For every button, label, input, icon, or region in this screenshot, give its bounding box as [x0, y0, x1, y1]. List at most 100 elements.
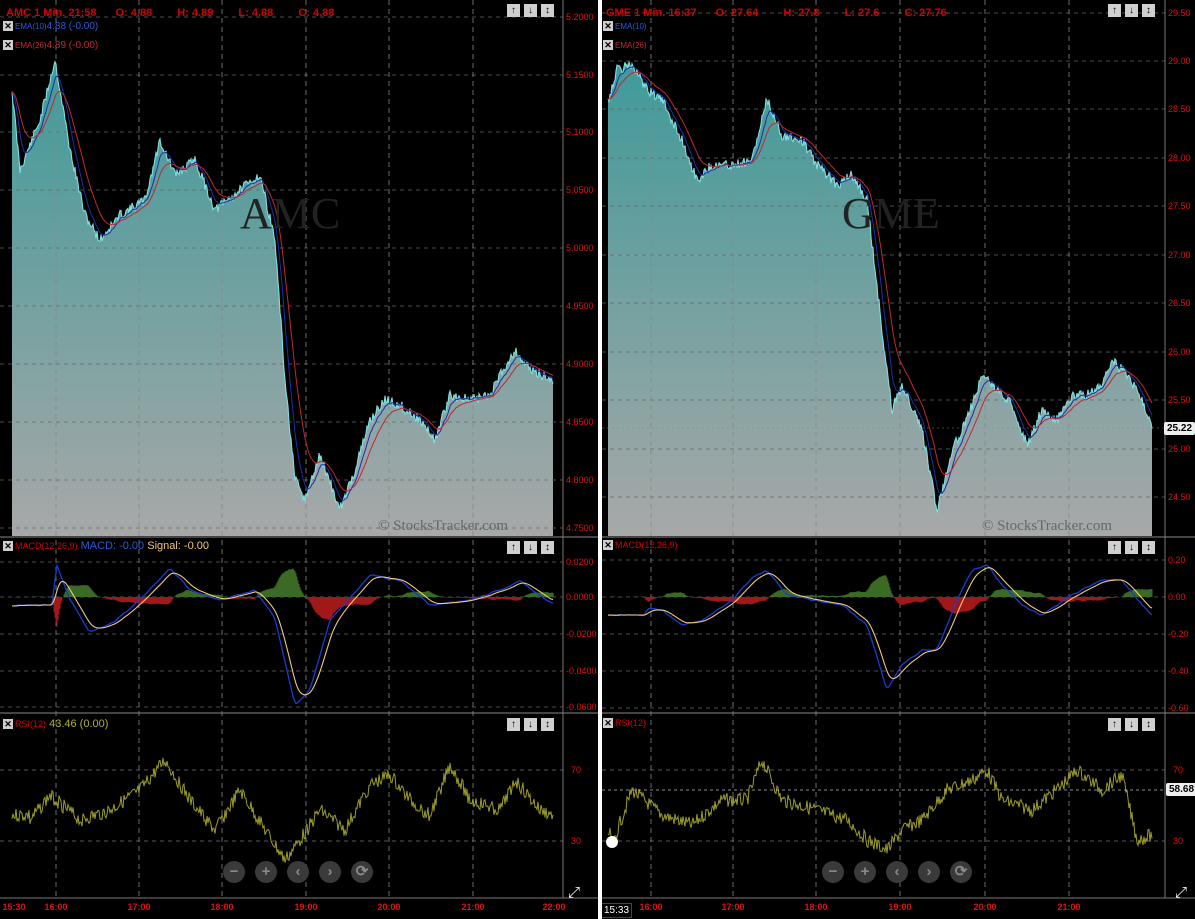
close-icon[interactable]: ✕ — [603, 718, 613, 729]
amc-time-tick: 15:30 — [2, 902, 25, 912]
gme-macd-tick: -0.60 — [1168, 703, 1189, 713]
amc-macd-tick: 0.0000 — [566, 592, 594, 602]
scroll-right-button[interactable]: › — [319, 861, 341, 883]
gme-ema10-legend: ✕ EMA(10) — [603, 21, 647, 32]
zoom-out-button[interactable]: − — [822, 861, 844, 883]
amc-macd-signal: Signal: -0.00 — [147, 540, 209, 552]
gme-price-tick: 27.00 — [1168, 250, 1191, 260]
amc-rsi-tick: 30 — [571, 836, 581, 846]
close-icon[interactable]: ✕ — [603, 21, 613, 32]
move-up-icon[interactable]: ↑ — [1108, 4, 1121, 17]
expand-icon[interactable]: ⤢ — [568, 884, 580, 901]
move-down-icon[interactable]: ↓ — [1125, 4, 1138, 17]
amc-price-tick: 4.8500 — [566, 417, 594, 427]
amc-rsi-value: 43.46 (0.00) — [49, 718, 109, 730]
amc-high: H: 4.89 — [177, 7, 214, 19]
amc-time-tick: 17:00 — [127, 902, 150, 912]
move-down-icon[interactable]: ↓ — [1125, 541, 1138, 554]
gme-rsi-tick: 30 — [1173, 836, 1183, 846]
amc-header: AMC 1 Min. 21:58 O: 4.88 H: 4.89 L: 4.88… — [6, 7, 356, 19]
amc-ema10-value: 4.88 (-0.00) — [46, 21, 99, 32]
move-down-icon[interactable]: ↓ — [1125, 718, 1138, 731]
amc-chart-canvas[interactable]: AMC © StocksTracker.com 5.2000 5.1500 5.1000… — [0, 0, 598, 919]
gme-copyright: © StocksTracker.com — [982, 518, 1112, 534]
gme-chart-canvas[interactable]: GME © StocksTracker.com 29.50 29.00 28.50 28.… — [602, 0, 1195, 919]
amc-open: O: 4.88 — [115, 7, 153, 19]
amc-ema10-legend: ✕ EMA(10)4.88 (-0.00) — [3, 21, 98, 32]
gme-price-tick: 28.00 — [1168, 153, 1191, 163]
resize-icon[interactable]: ↕ — [1142, 4, 1155, 17]
gme-title: GME 1 Min. 16:37 — [606, 7, 697, 19]
move-down-icon[interactable]: ↓ — [524, 4, 537, 17]
close-icon[interactable]: ✕ — [3, 21, 13, 32]
zoom-in-button[interactable]: + — [854, 861, 876, 883]
gme-cursor-time: 15:33 — [602, 903, 633, 918]
amc-price-tick: 5.0000 — [566, 243, 594, 253]
move-up-icon[interactable]: ↑ — [1108, 718, 1121, 731]
amc-time-tick: 16:00 — [44, 902, 67, 912]
move-down-icon[interactable]: ↓ — [524, 718, 537, 731]
gme-close: C: 27.76 — [904, 7, 947, 19]
gme-time-tick: 18:00 — [804, 902, 827, 912]
gme-macd-tick: -0.40 — [1168, 666, 1189, 676]
amc-time-tick: 21:00 — [461, 902, 484, 912]
move-down-icon[interactable]: ↓ — [524, 541, 537, 554]
gme-rsi-current-tag: 58.68 — [1166, 783, 1195, 796]
amc-close: C: 4.88 — [298, 7, 335, 19]
move-up-icon[interactable]: ↑ — [507, 4, 520, 17]
resize-icon[interactable]: ↕ — [1142, 541, 1155, 554]
gme-price-area — [608, 61, 1152, 536]
gme-time-tick: 19:00 — [888, 902, 911, 912]
gme-ema26-label: EMA(26) — [615, 41, 647, 50]
gme-header: GME 1 Min. 16:37 O: 27.64 H: 27.8 L: 27.… — [606, 7, 969, 19]
close-icon[interactable]: ✕ — [3, 40, 13, 51]
gme-price-tick: 25.50 — [1168, 395, 1191, 405]
amc-macd-tick: -0.0600 — [566, 702, 597, 712]
close-icon[interactable]: ✕ — [3, 719, 13, 730]
resize-icon[interactable]: ↕ — [541, 4, 554, 17]
zoom-out-button[interactable]: − — [223, 861, 245, 883]
gme-current-price-tag: 25.22 — [1164, 422, 1195, 435]
amc-price-tick: 4.7500 — [566, 523, 594, 533]
amc-price-tick: 5.1500 — [566, 70, 594, 80]
zoom-in-button[interactable]: + — [255, 861, 277, 883]
move-up-icon[interactable]: ↑ — [1108, 541, 1121, 554]
amc-price-tick: 5.0500 — [566, 185, 594, 195]
amc-macd-legend: ✕ MACD(12,26,9) MACD: -0.00 Signal: -0.00 — [3, 540, 209, 552]
amc-rsi-label: RSI(12) — [15, 719, 47, 729]
reset-button[interactable]: ⟳ — [351, 861, 373, 883]
gme-price-tick: 26.00 — [1168, 347, 1191, 357]
gme-macd-tick: 0.00 — [1168, 592, 1186, 602]
expand-icon[interactable]: ⤢ — [1175, 884, 1187, 901]
resize-icon[interactable]: ↕ — [1142, 718, 1155, 731]
resize-icon[interactable]: ↕ — [541, 718, 554, 731]
gme-rsi-line — [607, 760, 1153, 854]
scroll-left-button[interactable]: ‹ — [287, 861, 309, 883]
chart-pane-gme[interactable]: GME © StocksTracker.com 29.50 29.00 28.50 28.… — [602, 0, 1195, 919]
amc-macd-tick: -0.0200 — [566, 629, 597, 639]
resize-icon[interactable]: ↕ — [541, 541, 554, 554]
scroll-left-button[interactable]: ‹ — [886, 861, 908, 883]
gme-price-tick: 29.50 — [1168, 8, 1191, 18]
close-icon[interactable]: ✕ — [603, 40, 613, 51]
move-up-icon[interactable]: ↑ — [507, 718, 520, 731]
gme-macd-tick: -0.20 — [1168, 629, 1189, 639]
close-icon[interactable]: ✕ — [3, 541, 13, 552]
reset-button[interactable]: ⟳ — [950, 861, 972, 883]
gme-time-tick: 16:00 — [639, 902, 662, 912]
scroll-right-button[interactable]: › — [918, 861, 940, 883]
gme-rsi-legend: ✕ RSI(12) — [603, 718, 646, 729]
amc-watermark: AMC — [240, 189, 340, 238]
gme-price-tick: 25.00 — [1168, 444, 1191, 454]
amc-macd-tick: -0.0400 — [566, 666, 597, 676]
gme-price-tick: 27.50 — [1168, 201, 1191, 211]
gme-macd-legend: ✕ MACD(12,26,9) — [603, 540, 678, 551]
gme-ema10-label: EMA(10) — [615, 22, 647, 31]
close-icon[interactable]: ✕ — [603, 540, 613, 551]
amc-title: AMC 1 Min. 21:58 — [6, 7, 97, 19]
move-up-icon[interactable]: ↑ — [507, 541, 520, 554]
chart-pane-amc[interactable]: AMC © StocksTracker.com 5.2000 5.1500 5.1000… — [0, 0, 598, 919]
amc-rsi-line — [11, 757, 554, 863]
gme-time-tick: 17:00 — [721, 902, 744, 912]
gme-macd-label: MACD(12,26,9) — [615, 540, 678, 550]
